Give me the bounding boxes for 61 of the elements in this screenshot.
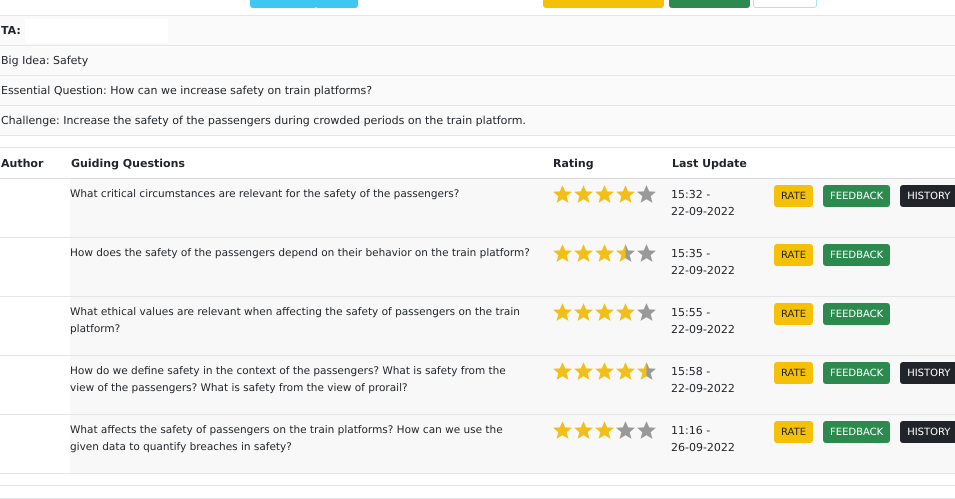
update-date: 22-09-2022 — [671, 263, 735, 279]
feedback-button[interactable]: FEEDBACK — [823, 362, 890, 384]
star-icon — [615, 243, 636, 263]
update-date: 22-09-2022 — [671, 381, 735, 397]
star-icon — [636, 184, 657, 204]
feedback-button[interactable]: FEEDBACK — [823, 244, 890, 266]
star-icon — [573, 302, 594, 322]
column-header: Last Update — [672, 156, 747, 170]
rate-button[interactable]: RATE — [774, 303, 814, 325]
feedback-button[interactable]: FEEDBACK — [823, 303, 890, 325]
star-icon — [552, 243, 573, 263]
info-text: Essential Question: How can we increase safety on train platforms? — [1, 84, 372, 97]
update-time: 15:55 - — [671, 305, 710, 321]
star-icon — [573, 361, 594, 381]
column-header: Guiding Questions — [71, 156, 185, 170]
rate-button[interactable]: RATE — [774, 362, 814, 384]
star-icon — [552, 184, 573, 204]
feedback-button[interactable]: FEEDBACK — [823, 421, 890, 443]
star-icon — [615, 302, 636, 322]
star-icon — [594, 243, 615, 263]
question-text: How does the safety of the passengers depend on their behavior on the train platform? — [70, 246, 530, 261]
question-text: What ethical values are relevant when affecting the safety of passengers on the train platform? — [70, 305, 521, 337]
history-button[interactable]: HISTORY — [900, 421, 955, 443]
star-icon — [615, 361, 636, 381]
question-text: What affects the safety of passengers on the train platforms? How can we use the given data to quantify breaches in safety? — [70, 423, 504, 455]
star-icon — [573, 420, 594, 440]
star-icon — [615, 420, 636, 440]
column-header: Rating — [553, 156, 594, 170]
star-icon — [594, 420, 615, 440]
star-icon — [594, 184, 615, 204]
star-icon — [636, 302, 657, 322]
update-date: 22-09-2022 — [671, 322, 735, 338]
update-time: 11:16 - — [671, 423, 710, 439]
star-icon — [573, 243, 594, 263]
star-icon — [573, 184, 594, 204]
update-date: 26-09-2022 — [671, 440, 735, 456]
star-icon — [615, 184, 636, 204]
rate-button[interactable]: RATE — [774, 185, 814, 207]
update-date: 22-09-2022 — [671, 204, 735, 220]
star-icon — [636, 243, 657, 263]
star-icon — [594, 361, 615, 381]
history-button[interactable]: HISTORY — [900, 185, 955, 207]
column-header: Author — [1, 156, 44, 170]
feedback-button[interactable]: FEEDBACK — [823, 185, 890, 207]
update-time: 15:35 - — [671, 246, 710, 262]
rate-button[interactable]: RATE — [774, 244, 814, 266]
update-time: 15:58 - — [671, 364, 710, 380]
info-text: Big Idea: Safety — [1, 54, 88, 67]
star-icon — [552, 361, 573, 381]
star-icon — [636, 361, 657, 381]
star-icon — [636, 420, 657, 440]
rate-button[interactable]: RATE — [774, 421, 814, 443]
update-time: 15:32 - — [671, 187, 710, 203]
star-icon — [552, 302, 573, 322]
question-text: What critical circumstances are relevant for the safety of the passengers? — [70, 187, 460, 202]
star-icon — [552, 420, 573, 440]
history-button[interactable]: HISTORY — [900, 362, 955, 384]
info-text: Challenge: Increase the safety of the passengers during crowded periods on the train platform. — [1, 114, 526, 127]
star-icon — [594, 302, 615, 322]
ta-label: TA: — [1, 24, 21, 37]
question-text: How do we define safety in the context of the passengers? What is safety from the view of the passengers? What is safety from the view of prorail? — [70, 364, 507, 396]
